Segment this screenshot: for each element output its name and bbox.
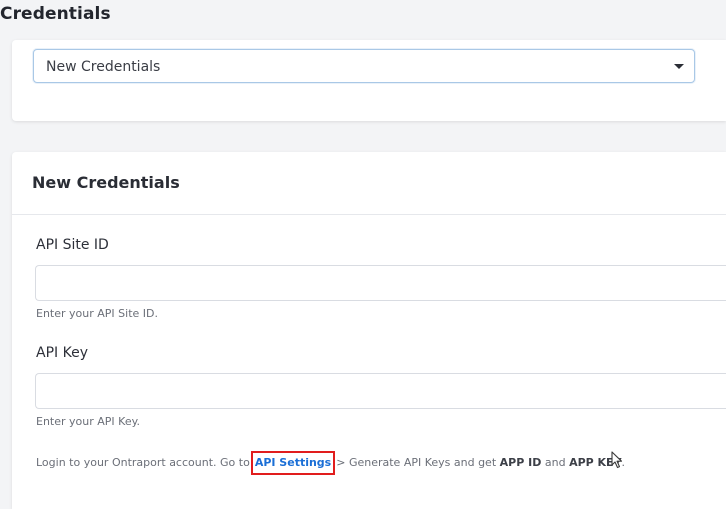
card-title: New Credentials (32, 173, 180, 192)
app-id-text: APP ID (499, 456, 542, 469)
highlight-box: API Settings (250, 451, 336, 475)
api-key-input[interactable] (35, 373, 726, 409)
credentials-selector-card: New Credentials (12, 40, 726, 121)
instruction-before-link: Login to your Ontraport account. Go to (36, 456, 250, 469)
credentials-select-value: New Credentials (46, 59, 161, 75)
api-key-helper: Enter your API Key. (36, 415, 141, 428)
credentials-select[interactable]: New Credentials (33, 49, 695, 83)
mouse-cursor-icon (611, 451, 623, 469)
page-title: Credentials (0, 4, 111, 24)
card-header: New Credentials (12, 152, 726, 215)
instruction-text: Login to your Ontraport account. Go to AP… (36, 451, 625, 475)
caret-down-icon[interactable] (674, 64, 684, 69)
api-site-id-input[interactable] (35, 265, 726, 301)
api-settings-link[interactable]: API Settings (255, 456, 331, 469)
api-key-label: API Key (36, 345, 88, 361)
instruction-after-link: > Generate API Keys and get (336, 456, 497, 469)
instruction-and: and (544, 456, 566, 469)
api-site-id-label: API Site ID (36, 237, 109, 253)
api-site-id-helper: Enter your API Site ID. (36, 307, 158, 320)
